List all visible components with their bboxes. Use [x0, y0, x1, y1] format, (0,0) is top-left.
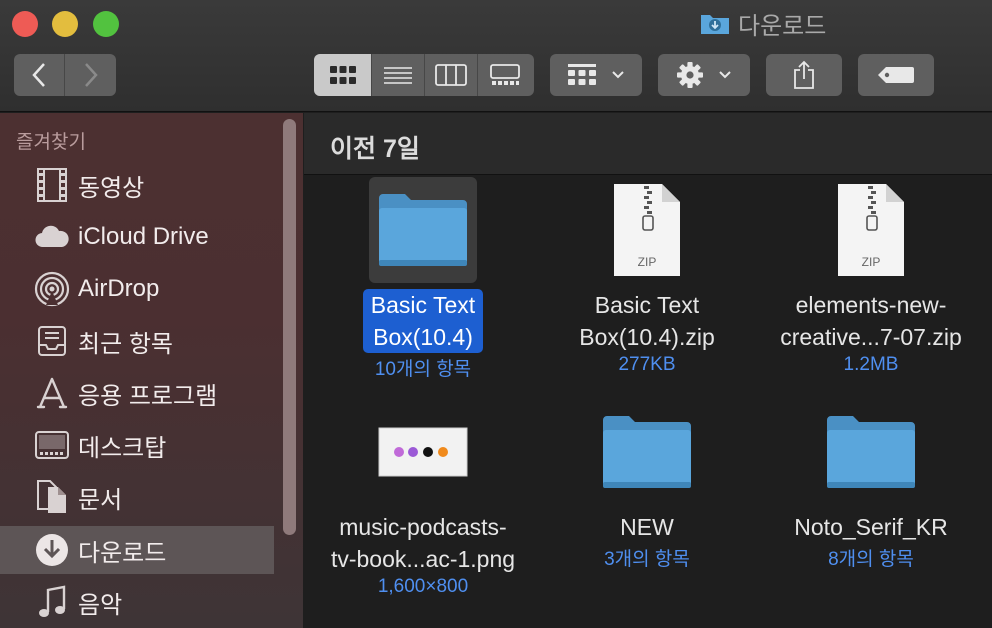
image-thumbnail — [369, 399, 477, 505]
file-item[interactable]: ZIP Basic Text Box(10.4).zip 277KB — [537, 177, 757, 376]
file-name: Noto_Serif_KR — [794, 514, 948, 540]
back-button[interactable] — [14, 54, 65, 96]
view-mode-control — [314, 54, 534, 96]
sidebar-item-movies[interactable]: 동영상 — [0, 161, 274, 209]
file-meta: 277KB — [618, 354, 676, 375]
cloud-icon — [32, 217, 72, 257]
list-icon — [384, 67, 412, 84]
gear-icon — [677, 62, 703, 88]
section-title: 이전 7일 — [330, 135, 420, 163]
sidebar-item-music[interactable]: 음악 — [0, 578, 274, 626]
sidebar-item-airdrop[interactable]: AirDrop — [0, 265, 274, 313]
group-by-button[interactable] — [550, 54, 642, 96]
sidebar-item-recents[interactable]: 최근 항목 — [0, 317, 274, 365]
sidebar-item-label: 다운로드 — [78, 539, 167, 567]
airdrop-icon — [32, 269, 72, 309]
sidebar-scrollbar[interactable] — [283, 119, 296, 535]
tag-button[interactable] — [858, 54, 934, 96]
group-grid-icon — [568, 64, 596, 85]
column-view-button[interactable] — [425, 54, 478, 96]
sidebar-item-label: iCloud Drive — [78, 223, 209, 250]
film-icon — [32, 165, 72, 205]
close-window-button[interactable] — [12, 11, 38, 37]
zip-file-icon: ZIP — [817, 177, 925, 283]
window-toolbar: 다운로드 — [0, 0, 992, 112]
sidebar: 즐겨찾기 동영상 iCloud Drive AirDrop 최근 항목 응용 프… — [0, 113, 303, 628]
icon-view-button[interactable] — [314, 54, 372, 96]
chevron-down-icon — [719, 71, 731, 79]
sidebar-item-documents[interactable]: 문서 — [0, 473, 274, 521]
file-meta: 1,600×800 — [377, 576, 469, 597]
share-button[interactable] — [766, 54, 842, 96]
navigation-group — [14, 54, 116, 96]
zip-file-icon: ZIP — [593, 177, 701, 283]
music-app-icon — [394, 447, 404, 457]
zip-label: ZIP — [862, 255, 881, 269]
file-item[interactable]: ZIP elements-new-creative...7-07.zip 1.2… — [761, 177, 981, 376]
documents-icon — [32, 477, 72, 517]
chevron-right-icon — [84, 63, 98, 87]
file-browser: 이전 7일 Basic Text Box(10.4) 10개의 항목 ZIP B… — [304, 113, 992, 628]
tag-icon — [878, 67, 914, 83]
file-item[interactable]: NEW 3개의 항목 — [537, 399, 757, 571]
action-menu-button[interactable] — [658, 54, 750, 96]
sidebar-item-downloads[interactable]: 다운로드 — [0, 526, 274, 574]
downloads-folder-icon — [700, 11, 730, 35]
list-view-button[interactable] — [372, 54, 425, 96]
columns-icon — [435, 64, 467, 86]
downloads-icon — [32, 530, 72, 570]
sidebar-favorites-header: 즐겨찾기 — [16, 132, 86, 153]
sidebar-item-label: AirDrop — [78, 275, 160, 302]
zip-label: ZIP — [638, 255, 657, 269]
books-app-icon — [438, 447, 448, 457]
desktop-icon — [32, 425, 72, 465]
share-icon — [794, 60, 814, 89]
sidebar-item-label: 동영상 — [78, 174, 145, 202]
file-item[interactable]: music-podcasts-tv-book...ac-1.png 1,600×… — [313, 399, 533, 598]
music-icon — [32, 582, 72, 622]
sidebar-item-label: 음악 — [78, 591, 123, 619]
file-meta: 8개의 항목 — [828, 549, 914, 570]
file-item[interactable]: Noto_Serif_KR 8개의 항목 — [761, 399, 981, 571]
window-title: 다운로드 — [700, 8, 827, 40]
sidebar-item-label: 문서 — [78, 486, 123, 514]
gallery-view-button[interactable] — [478, 54, 531, 96]
sidebar-item-icloud-drive[interactable]: iCloud Drive — [0, 213, 274, 261]
sidebar-item-label: 응용 프로그램 — [78, 382, 218, 410]
forward-button[interactable] — [65, 54, 116, 96]
file-meta: 1.2MB — [843, 354, 899, 375]
file-item[interactable]: Basic Text Box(10.4) 10개의 항목 — [313, 177, 533, 381]
sidebar-item-label: 데스크탑 — [78, 434, 167, 462]
minimize-window-button[interactable] — [52, 11, 78, 37]
folder-icon — [817, 399, 925, 505]
grid-icon — [329, 66, 356, 84]
chevron-down-icon — [612, 71, 624, 79]
window-title-text: 다운로드 — [738, 12, 827, 40]
applications-icon — [32, 373, 72, 413]
file-name: music-podcasts-tv-book...ac-1.png — [330, 514, 516, 572]
folder-icon — [369, 177, 477, 283]
zoom-window-button[interactable] — [93, 11, 119, 37]
tv-app-icon — [423, 447, 433, 457]
recents-icon — [32, 321, 72, 361]
chevron-left-icon — [32, 63, 45, 87]
file-name: Basic Text Box(10.4) — [362, 289, 484, 353]
file-name: elements-new-creative...7-07.zip — [780, 292, 962, 350]
folder-icon — [593, 399, 701, 505]
file-name: Basic Text Box(10.4).zip — [579, 292, 715, 350]
sidebar-item-label: 최근 항목 — [78, 330, 173, 358]
sidebar-item-desktop[interactable]: 데스크탑 — [0, 421, 274, 469]
podcasts-app-icon — [408, 447, 418, 457]
gallery-icon — [489, 64, 520, 85]
file-meta: 3개의 항목 — [604, 549, 690, 570]
file-name: NEW — [620, 514, 674, 540]
section-header: 이전 7일 — [304, 113, 992, 175]
sidebar-item-applications[interactable]: 응용 프로그램 — [0, 369, 274, 417]
file-meta: 10개의 항목 — [374, 359, 472, 380]
